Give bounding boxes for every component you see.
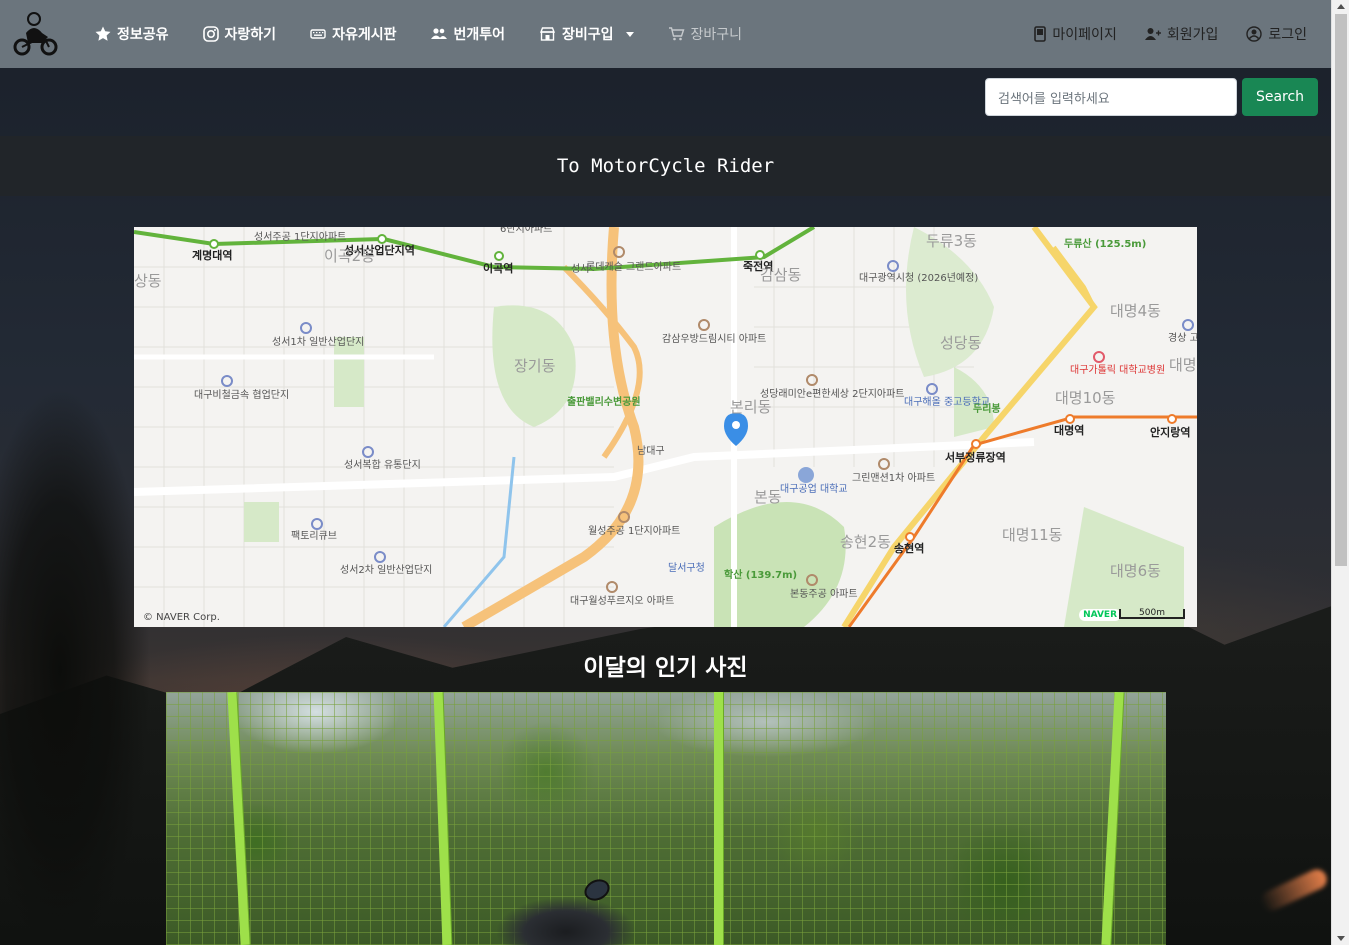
nav-signup[interactable]: 회원가입 [1131,0,1233,68]
map-label: 성서2차 일반산업단지 [340,565,433,576]
map-label: 출판밸리수변공원 [567,397,641,408]
nav-label: 정보공유 [117,27,169,43]
naver-map[interactable]: 계명대역 성서주공 1단지아파트 성서산업단지역 이곡2동 6단지아파트 이곡역… [134,227,1197,627]
naver-logo[interactable]: NAVER [1079,609,1121,621]
instagram-icon [202,26,219,42]
page-scrollbar[interactable] [1331,0,1349,945]
nav-login[interactable]: 로그인 [1232,0,1321,68]
map-label: 팩토리큐브 [291,531,337,542]
map-scale: 500m [1119,609,1185,619]
map-label: 대명11동 [1002,526,1063,544]
nav-account: 마이페이지 회원가입 로그인 [1020,0,1321,68]
map-label: 본동주공 아파트 [790,589,858,600]
nav-cart[interactable]: 장바구니 [651,0,760,68]
map-label: 송현2동 [840,533,891,551]
map-label: 대명6동 [1110,562,1161,580]
map-credit: © NAVER Corp. [143,612,220,623]
nav-gear-dropdown[interactable]: 장비구입 [522,0,651,68]
cart-icon [668,27,685,41]
map-label: 그린맨션1차 아파트 [852,473,936,484]
map-label: 달서구청 [668,563,705,574]
navbar: 정보공유 자랑하기 자유게시판 번개투어 장비구입 장바구니 마이페이지 회원가… [0,0,1331,68]
section-title: 이달의 인기 사진 [583,655,748,681]
map-label: 계명대역 [192,249,233,262]
search-input[interactable]: 검색어를 입력하세요 [985,78,1237,116]
photo-fence-mesh [166,692,1166,945]
phone-icon [1034,26,1047,42]
map-label: 대구해올 중고등학교 [904,397,990,408]
map-label: 경상 고등학 [1168,333,1197,344]
fence-post [714,692,723,945]
map-label: 이곡역 [483,262,514,275]
map-pin-icon [724,413,748,446]
map-label: 대명4동 [1110,302,1161,320]
map-label: 이곡2동 [324,247,375,265]
featured-photo[interactable] [166,692,1166,945]
shop-icon [539,27,556,41]
map-label: 롯데캐슬 그랜드아파트 [586,262,682,273]
nav-free-board[interactable]: 자유게시판 [293,0,413,68]
nav-label: 마이페이지 [1052,27,1117,43]
nav-label: 자랑하기 [224,27,277,43]
map-label: 성서주공 1단지아파트 [254,232,347,243]
map-label: 대명역 [1054,424,1085,437]
page-banner: To MotorCycle Rider [0,136,1331,196]
nav-label: 로그인 [1268,27,1307,43]
keyboard-icon [310,29,326,39]
rider-logo[interactable] [12,11,58,57]
map-roads [134,227,1197,627]
map-label: 대구공업 대학교 [780,484,848,495]
map-label: 감삼우방드림시티 아파트 [662,334,767,345]
map-label: 대구월성푸르지오 아파트 [570,596,675,607]
map-label: 두류산 (125.5m) [1064,239,1147,250]
person-circle-icon [1246,26,1263,42]
map-label: 대명10동 [1055,389,1116,407]
nav-label: 번개투어 [453,27,505,43]
map-label: 성당동 [940,334,982,352]
nav-flash-tour[interactable]: 번개투어 [413,0,522,68]
people-icon [431,28,448,39]
map-label: 남대구 [637,446,665,457]
nav-label: 자유게시판 [332,27,397,43]
map-label: 월성주공 1단지아파트 [588,526,681,537]
map-label: 성당래미안e편한세상 2단지아파트 [760,389,905,400]
map-label: 대명 [1169,356,1197,374]
map-label: 성서복합 유통단지 [344,460,421,471]
search-placeholder: 검색어를 입력하세요 [998,91,1110,107]
star-icon [95,26,111,41]
map-label: 안지랑역 [1150,426,1191,439]
person-plus-icon [1144,28,1161,40]
map-label: 상동 [134,272,162,290]
photo-motorcycle [496,882,636,945]
map-label: 송현역 [894,542,925,555]
map-label: 두류3동 [926,232,977,250]
nav-label: 회원가입 [1166,27,1219,43]
nav-mypage[interactable]: 마이페이지 [1020,0,1130,68]
map-label: 두리봉 [973,404,1001,415]
map-label: 본동 [754,488,782,506]
nav-label: 장비구입 [562,27,614,43]
map-label: 대구비철금속 협업단지 [194,390,290,401]
map-label: 성서1차 일반산업단지 [272,337,365,348]
map-label: 서부정류장역 [945,451,1006,464]
map-label: 감삼동 [760,266,802,284]
map-label: 장기동 [514,357,556,375]
map-label: 학산 (139.7m) [724,570,798,581]
scroll-up-icon[interactable] [1337,4,1345,9]
chevron-down-icon [625,31,634,37]
scroll-down-icon[interactable] [1337,936,1345,941]
banner-title: To MotorCycle Rider [556,155,775,177]
map-label: 6단지아파트 [500,227,553,235]
map-label: 대구가톨릭 대학교병원 [1070,365,1166,376]
search-button[interactable]: Search [1242,78,1318,116]
scrollbar-thumb[interactable] [1335,14,1347,566]
nav-brag[interactable]: 자랑하기 [186,0,294,68]
nav-label: 장바구니 [690,27,743,43]
map-label: 대구광역시청 (2026년예정) [859,273,979,284]
nav-info-share[interactable]: 정보공유 [78,0,186,68]
map-label: 본리동 [730,398,772,416]
